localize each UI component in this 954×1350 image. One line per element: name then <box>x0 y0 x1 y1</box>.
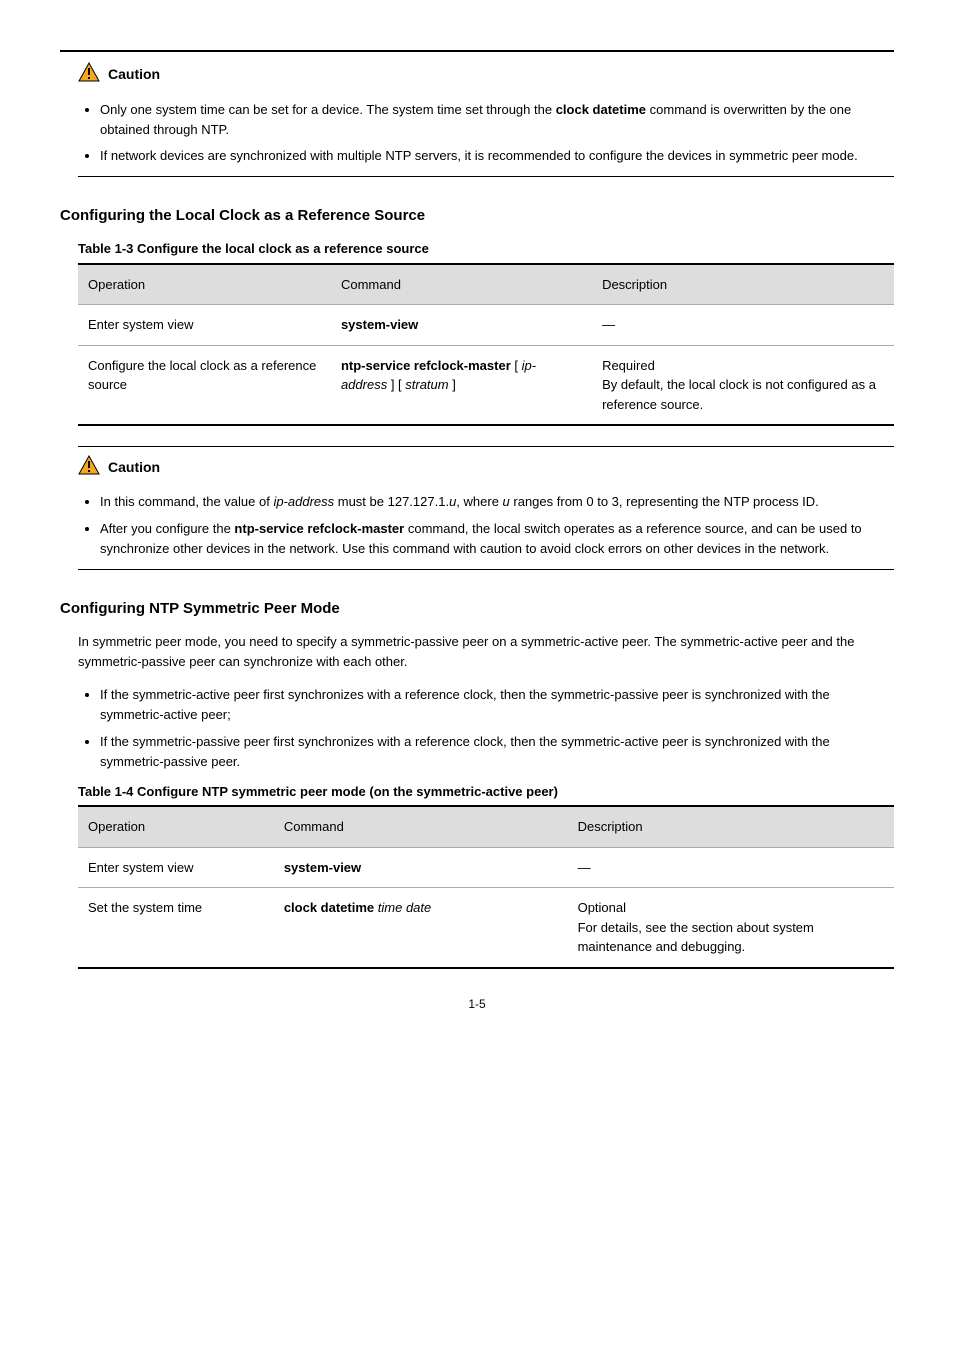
cell-command: clock datetime time date <box>274 888 568 968</box>
caution-list: In this command, the value of ip-address… <box>78 492 894 558</box>
table-symmetric: Operation Command Description Enter syst… <box>78 805 894 969</box>
cell-description: OptionalFor details, see the section abo… <box>568 888 894 968</box>
table-row: Enter system view system-view — <box>78 847 894 888</box>
caution-list: Only one system time can be set for a de… <box>78 100 894 166</box>
cell-description: — <box>568 847 894 888</box>
cell-operation: Enter system view <box>78 847 274 888</box>
table-header-row: Operation Command Description <box>78 264 894 305</box>
warning-icon <box>78 62 100 88</box>
caution-label: Caution <box>108 457 160 478</box>
table-caption: Table 1-3 Configure the local clock as a… <box>78 239 894 259</box>
caution-item: If network devices are synchronized with… <box>100 146 894 166</box>
col-description: Description <box>568 806 894 847</box>
col-description: Description <box>592 264 894 305</box>
caution-block-1: Caution Only one system time can be set … <box>78 62 894 166</box>
col-operation: Operation <box>78 806 274 847</box>
table-row: Configure the local clock as a reference… <box>78 345 894 425</box>
table-row: Set the system time clock datetime time … <box>78 888 894 968</box>
caution-item: In this command, the value of ip-address… <box>100 492 894 512</box>
table-header-row: Operation Command Description <box>78 806 894 847</box>
list-item: If the symmetric-active peer first synch… <box>100 685 894 725</box>
cell-operation: Enter system view <box>78 305 331 346</box>
table-row: Enter system view system-view — <box>78 305 894 346</box>
col-operation: Operation <box>78 264 331 305</box>
cell-command: system-view <box>331 305 592 346</box>
intro-paragraph: In symmetric peer mode, you need to spec… <box>78 632 894 671</box>
section-heading-local-clock: Configuring the Local Clock as a Referen… <box>60 205 894 228</box>
top-rule <box>60 50 894 52</box>
cell-command: system-view <box>274 847 568 888</box>
page-number: 1-5 <box>60 995 894 1013</box>
warning-icon <box>78 455 100 481</box>
cell-command: ntp-service refclock-master [ ip-address… <box>331 345 592 425</box>
callout-header: Caution <box>78 62 894 88</box>
caution-item: Only one system time can be set for a de… <box>100 100 894 140</box>
section-bullets: If the symmetric-active peer first synch… <box>78 685 894 772</box>
cell-operation: Configure the local clock as a reference… <box>78 345 331 425</box>
list-item: If the symmetric-passive peer first sync… <box>100 732 894 772</box>
caution-top-rule <box>78 446 894 447</box>
col-command: Command <box>274 806 568 847</box>
cell-description: RequiredBy default, the local clock is n… <box>592 345 894 425</box>
cell-operation: Set the system time <box>78 888 274 968</box>
caution-label: Caution <box>108 64 160 85</box>
cell-description: — <box>592 305 894 346</box>
col-command: Command <box>331 264 592 305</box>
caution-item: After you configure the ntp-service refc… <box>100 519 894 559</box>
table-local-clock: Operation Command Description Enter syst… <box>78 263 894 427</box>
table-caption: Table 1-4 Configure NTP symmetric peer m… <box>78 782 894 802</box>
callout-header: Caution <box>78 455 894 481</box>
caution-bottom-rule <box>78 176 894 177</box>
section-heading-symmetric: Configuring NTP Symmetric Peer Mode <box>60 598 894 621</box>
caution-block-2: Caution In this command, the value of ip… <box>78 455 894 559</box>
caution-bottom-rule <box>78 569 894 570</box>
